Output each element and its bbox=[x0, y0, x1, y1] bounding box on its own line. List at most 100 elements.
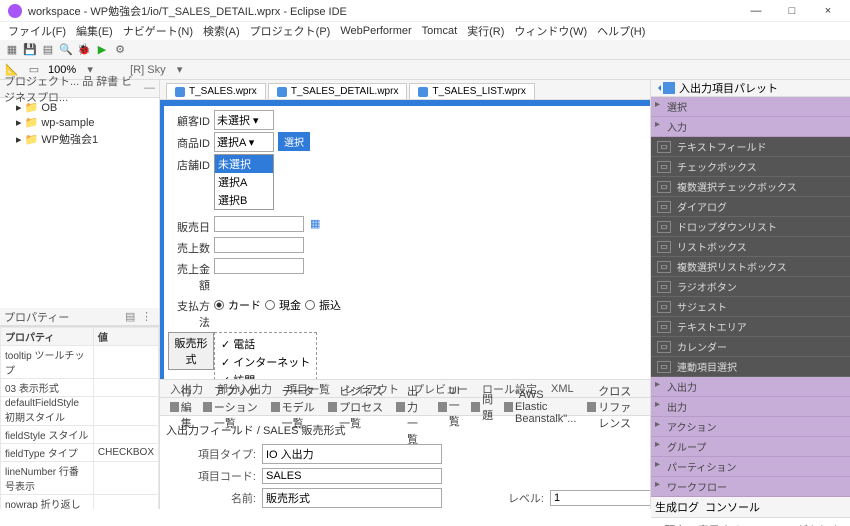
prop-cell[interactable]: defaultFieldStyle 初期スタイル bbox=[1, 397, 94, 426]
radio-icon[interactable] bbox=[214, 300, 224, 310]
listbox-option[interactable]: 選択A bbox=[215, 173, 273, 191]
minimize-button[interactable]: — bbox=[742, 2, 770, 20]
properties-header: プロパティー ▤ ⋮ bbox=[0, 308, 159, 326]
palette-item[interactable]: ▭複数選択リストボックス bbox=[651, 257, 850, 277]
editor-tab[interactable]: T_SALES_DETAIL.wprx bbox=[268, 83, 408, 99]
props-icon[interactable]: ▤ bbox=[125, 310, 139, 324]
close-button[interactable]: × bbox=[814, 2, 842, 20]
palette-item[interactable]: ▭カレンダー bbox=[651, 337, 850, 357]
listbox-option[interactable]: 未選択 bbox=[215, 155, 273, 173]
palette-title: 入出力項目パレット bbox=[679, 80, 778, 96]
palette-category[interactable]: アクション bbox=[651, 417, 850, 437]
listbox-option[interactable]: 選択B bbox=[215, 191, 273, 209]
prop-cell[interactable]: fieldType タイプ bbox=[1, 444, 94, 462]
palette-item[interactable]: ▭ドロップダウンリスト bbox=[651, 217, 850, 237]
palette-category[interactable]: グループ bbox=[651, 437, 850, 457]
prop-cell[interactable] bbox=[93, 462, 158, 495]
checkbox-item[interactable]: ✓訪問 bbox=[221, 371, 310, 380]
palette-item[interactable]: ▭リストボックス bbox=[651, 237, 850, 257]
editor-tab[interactable]: T_SALES_LIST.wprx bbox=[409, 83, 534, 99]
palette-item[interactable]: ▭チェックボックス bbox=[651, 157, 850, 177]
window-title: workspace - WP勉強会1/io/T_SALES_DETAIL.wpr… bbox=[28, 3, 742, 19]
menu-item[interactable]: ナビゲート(N) bbox=[119, 22, 197, 40]
menu-item[interactable]: WebPerformer bbox=[336, 24, 415, 38]
palette-item[interactable]: ▭複数選択チェックボックス bbox=[651, 177, 850, 197]
palette-category[interactable]: 入出力 bbox=[651, 377, 850, 397]
maximize-button[interactable]: □ bbox=[778, 2, 806, 20]
palette-item[interactable]: ▭サジェスト bbox=[651, 297, 850, 317]
f-type-label: 項目タイプ: bbox=[166, 446, 256, 462]
editor-tab[interactable]: T_SALES.wprx bbox=[166, 83, 266, 99]
store-id-listbox[interactable]: 未選択選択A選択B bbox=[214, 154, 274, 210]
menu-item[interactable]: Tomcat bbox=[418, 24, 461, 38]
menu-item[interactable]: 実行(R) bbox=[463, 22, 508, 40]
editor-tabs: T_SALES.wprxT_SALES_DETAIL.wprxT_SALES_L… bbox=[160, 80, 650, 100]
prop-cell[interactable] bbox=[93, 397, 158, 426]
menu-item[interactable]: プロジェクト(P) bbox=[246, 22, 335, 40]
save-icon[interactable]: 💾 bbox=[22, 42, 38, 58]
sale-date-input[interactable] bbox=[214, 216, 304, 232]
prop-cell[interactable] bbox=[93, 426, 158, 444]
console-tab[interactable]: コンソール bbox=[705, 499, 760, 515]
prop-cell[interactable] bbox=[93, 495, 158, 510]
palette-arrow-icon bbox=[655, 85, 661, 91]
palette-category[interactable]: 選択 bbox=[651, 97, 850, 117]
palette-category[interactable]: ワークフロー bbox=[651, 477, 850, 497]
tree-item[interactable]: ▸ 📁 wp-sample bbox=[2, 115, 157, 130]
amount-input[interactable] bbox=[214, 258, 304, 274]
search-icon[interactable]: 🔍 bbox=[58, 42, 74, 58]
menu-item[interactable]: ファイル(F) bbox=[4, 22, 70, 40]
f-name-input[interactable]: 販売形式 bbox=[262, 488, 442, 508]
f-level-input[interactable]: 1 bbox=[550, 490, 650, 506]
radio-icon[interactable] bbox=[305, 300, 315, 310]
props-menu-icon[interactable]: ⋮ bbox=[141, 310, 155, 324]
menu-item[interactable]: 検索(A) bbox=[199, 22, 244, 40]
palette-item[interactable]: ▭連動項目選択 bbox=[651, 357, 850, 377]
tree-item[interactable]: ▸ 📁 OB bbox=[2, 100, 157, 115]
prop-cell[interactable]: fieldStyle スタイル bbox=[1, 426, 94, 444]
run-icon[interactable]: ▶ bbox=[94, 42, 110, 58]
prop-header: 値 bbox=[93, 328, 158, 346]
checkbox-item[interactable]: ✓インターネット bbox=[221, 353, 310, 371]
prop-cell[interactable]: 03 表示形式 bbox=[1, 379, 94, 397]
palette-category[interactable]: パーティション bbox=[651, 457, 850, 477]
genlog-tab[interactable]: 生成ログ bbox=[655, 499, 699, 515]
palette-item[interactable]: ▭ダイアログ bbox=[651, 197, 850, 217]
f-code-input[interactable]: SALES bbox=[262, 468, 442, 484]
tree-item[interactable]: ▸ 📁 WP勉強会1 bbox=[2, 130, 157, 148]
prop-cell[interactable]: nowrap 折り返し bbox=[1, 495, 94, 510]
menu-item[interactable]: ウィンドウ(W) bbox=[510, 22, 591, 40]
palette-item[interactable]: ▭テキストフィールド bbox=[651, 137, 850, 157]
calendar-icon[interactable]: ▦ bbox=[310, 218, 320, 230]
prop-cell[interactable]: lineNumber 行番号表示 bbox=[1, 462, 94, 495]
menu-item[interactable]: ヘルプ(H) bbox=[593, 22, 649, 40]
pay-radio-group[interactable]: カード現金振込 bbox=[214, 295, 646, 315]
new-icon[interactable]: ▦ bbox=[4, 42, 20, 58]
product-id-select[interactable]: 選択A ▾ bbox=[214, 132, 274, 152]
prop-cell[interactable]: CHECKBOX bbox=[93, 444, 158, 462]
save-all-icon[interactable]: ▤ bbox=[40, 42, 56, 58]
prop-cell[interactable] bbox=[93, 346, 158, 379]
palette-item[interactable]: ▭テキストエリア bbox=[651, 317, 850, 337]
palette-item[interactable]: ▭ラジオボタン bbox=[651, 277, 850, 297]
prop-cell[interactable]: tooltip ツールチップ bbox=[1, 346, 94, 379]
palette-header: 入出力項目パレット bbox=[651, 80, 850, 97]
product-select-button[interactable]: 選択 bbox=[278, 132, 310, 151]
qty-input[interactable] bbox=[214, 237, 304, 253]
explorer-header: プロジェクト... 品 辞書 ビジネスプロ... — bbox=[0, 80, 159, 98]
prop-cell[interactable] bbox=[93, 379, 158, 397]
f-type-input[interactable]: IO 入出力 bbox=[262, 444, 442, 464]
radio-icon[interactable] bbox=[265, 300, 275, 310]
properties-panel: プロパティ値tooltip ツールチップ03 表示形式 defaultField… bbox=[0, 326, 159, 509]
debug-icon[interactable]: 🐞 bbox=[76, 42, 92, 58]
sky-dropdown-icon[interactable]: ▾ bbox=[172, 62, 188, 78]
palette-category[interactable]: 入力 bbox=[651, 117, 850, 137]
explorer-minimize-icon[interactable]: — bbox=[144, 82, 155, 96]
salestype-checkboxes[interactable]: ✓電話✓インターネット✓訪問✓店舗 bbox=[214, 332, 317, 380]
checkbox-item[interactable]: ✓電話 bbox=[221, 335, 310, 353]
palette-category[interactable]: 出力 bbox=[651, 397, 850, 417]
radio-label: 振込 bbox=[319, 297, 341, 313]
customer-id-select[interactable]: 未選択 ▾ bbox=[214, 110, 274, 130]
build-icon[interactable]: ⚙ bbox=[112, 42, 128, 58]
menu-item[interactable]: 編集(E) bbox=[72, 22, 117, 40]
